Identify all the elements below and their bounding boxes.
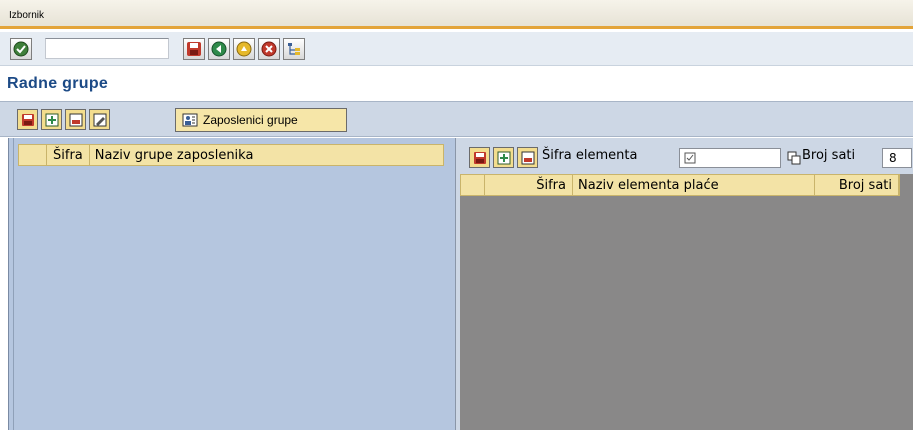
search-help-icon[interactable] [684, 152, 696, 164]
broj-sati-label: Broj sati [802, 148, 856, 163]
groups-table-header: Šifra Naziv grupe zaposlenika [18, 144, 444, 166]
zaposlenici-grupe-label: Zaposlenici grupe [203, 113, 298, 127]
select-all-cell[interactable] [19, 145, 47, 165]
tree-button[interactable] [283, 38, 305, 60]
application-toolbar: Zaposlenici grupe [0, 101, 913, 137]
elements-table-header: Šifra Naziv elementa plaće Broj sati [460, 174, 900, 196]
elements-add-row-button[interactable] [493, 147, 514, 168]
page-title: Radne grupe [7, 75, 109, 92]
add-row-icon [497, 151, 510, 164]
menu-izbornik[interactable]: Izbornik [9, 10, 44, 21]
exit-icon [236, 41, 252, 57]
col-broj-sati[interactable]: Broj sati [815, 175, 899, 195]
add-row-button[interactable] [41, 109, 62, 130]
elements-save-button[interactable] [469, 147, 490, 168]
enter-button[interactable] [10, 38, 32, 60]
tree-icon [288, 43, 300, 55]
copy-icon[interactable] [787, 151, 801, 165]
groups-panel: Šifra Naziv grupe zaposlenika [8, 138, 455, 430]
checkmark-icon [13, 41, 29, 57]
zaposlenici-grupe-button[interactable]: Zaposlenici grupe [175, 108, 347, 132]
elements-grid: Šifra Naziv elementa plaće Broj sati [460, 174, 913, 430]
edit-button[interactable] [89, 109, 110, 130]
menu-bar: Izbornik [0, 0, 913, 29]
save-icon [187, 42, 201, 56]
sifra-elementa-label: Šifra elementa [542, 148, 638, 163]
broj-sati-field[interactable]: 8 [882, 148, 912, 168]
col-sifra[interactable]: Šifra [47, 145, 90, 165]
back-button[interactable] [208, 38, 230, 60]
col-naziv-elementa[interactable]: Naziv elementa plaće [573, 175, 815, 195]
add-row-icon [45, 113, 58, 126]
delete-row-icon [521, 151, 534, 164]
select-all-cell[interactable] [461, 175, 485, 195]
elements-toolbar: Šifra elementa Broj sati 8 [456, 144, 913, 172]
delete-row-button[interactable] [65, 109, 86, 130]
edit-icon [93, 113, 106, 126]
group-icon [182, 113, 198, 127]
col-sifra[interactable]: Šifra [485, 175, 573, 195]
exit-button[interactable] [233, 38, 255, 60]
elements-delete-row-button[interactable] [517, 147, 538, 168]
command-field[interactable] [45, 38, 169, 59]
sifra-elementa-field[interactable] [679, 148, 781, 168]
app-save-button[interactable] [17, 109, 38, 130]
panel-edge [13, 138, 14, 430]
delete-row-icon [69, 113, 82, 126]
save-icon [21, 113, 34, 126]
elements-panel: Šifra elementa Broj sati 8 Šifra Naziv e… [455, 138, 913, 430]
cancel-button[interactable] [258, 38, 280, 60]
back-icon [211, 41, 227, 57]
save-button[interactable] [183, 38, 205, 60]
cancel-icon [261, 41, 277, 57]
col-naziv-grupe[interactable]: Naziv grupe zaposlenika [90, 148, 254, 163]
save-icon [473, 151, 486, 164]
